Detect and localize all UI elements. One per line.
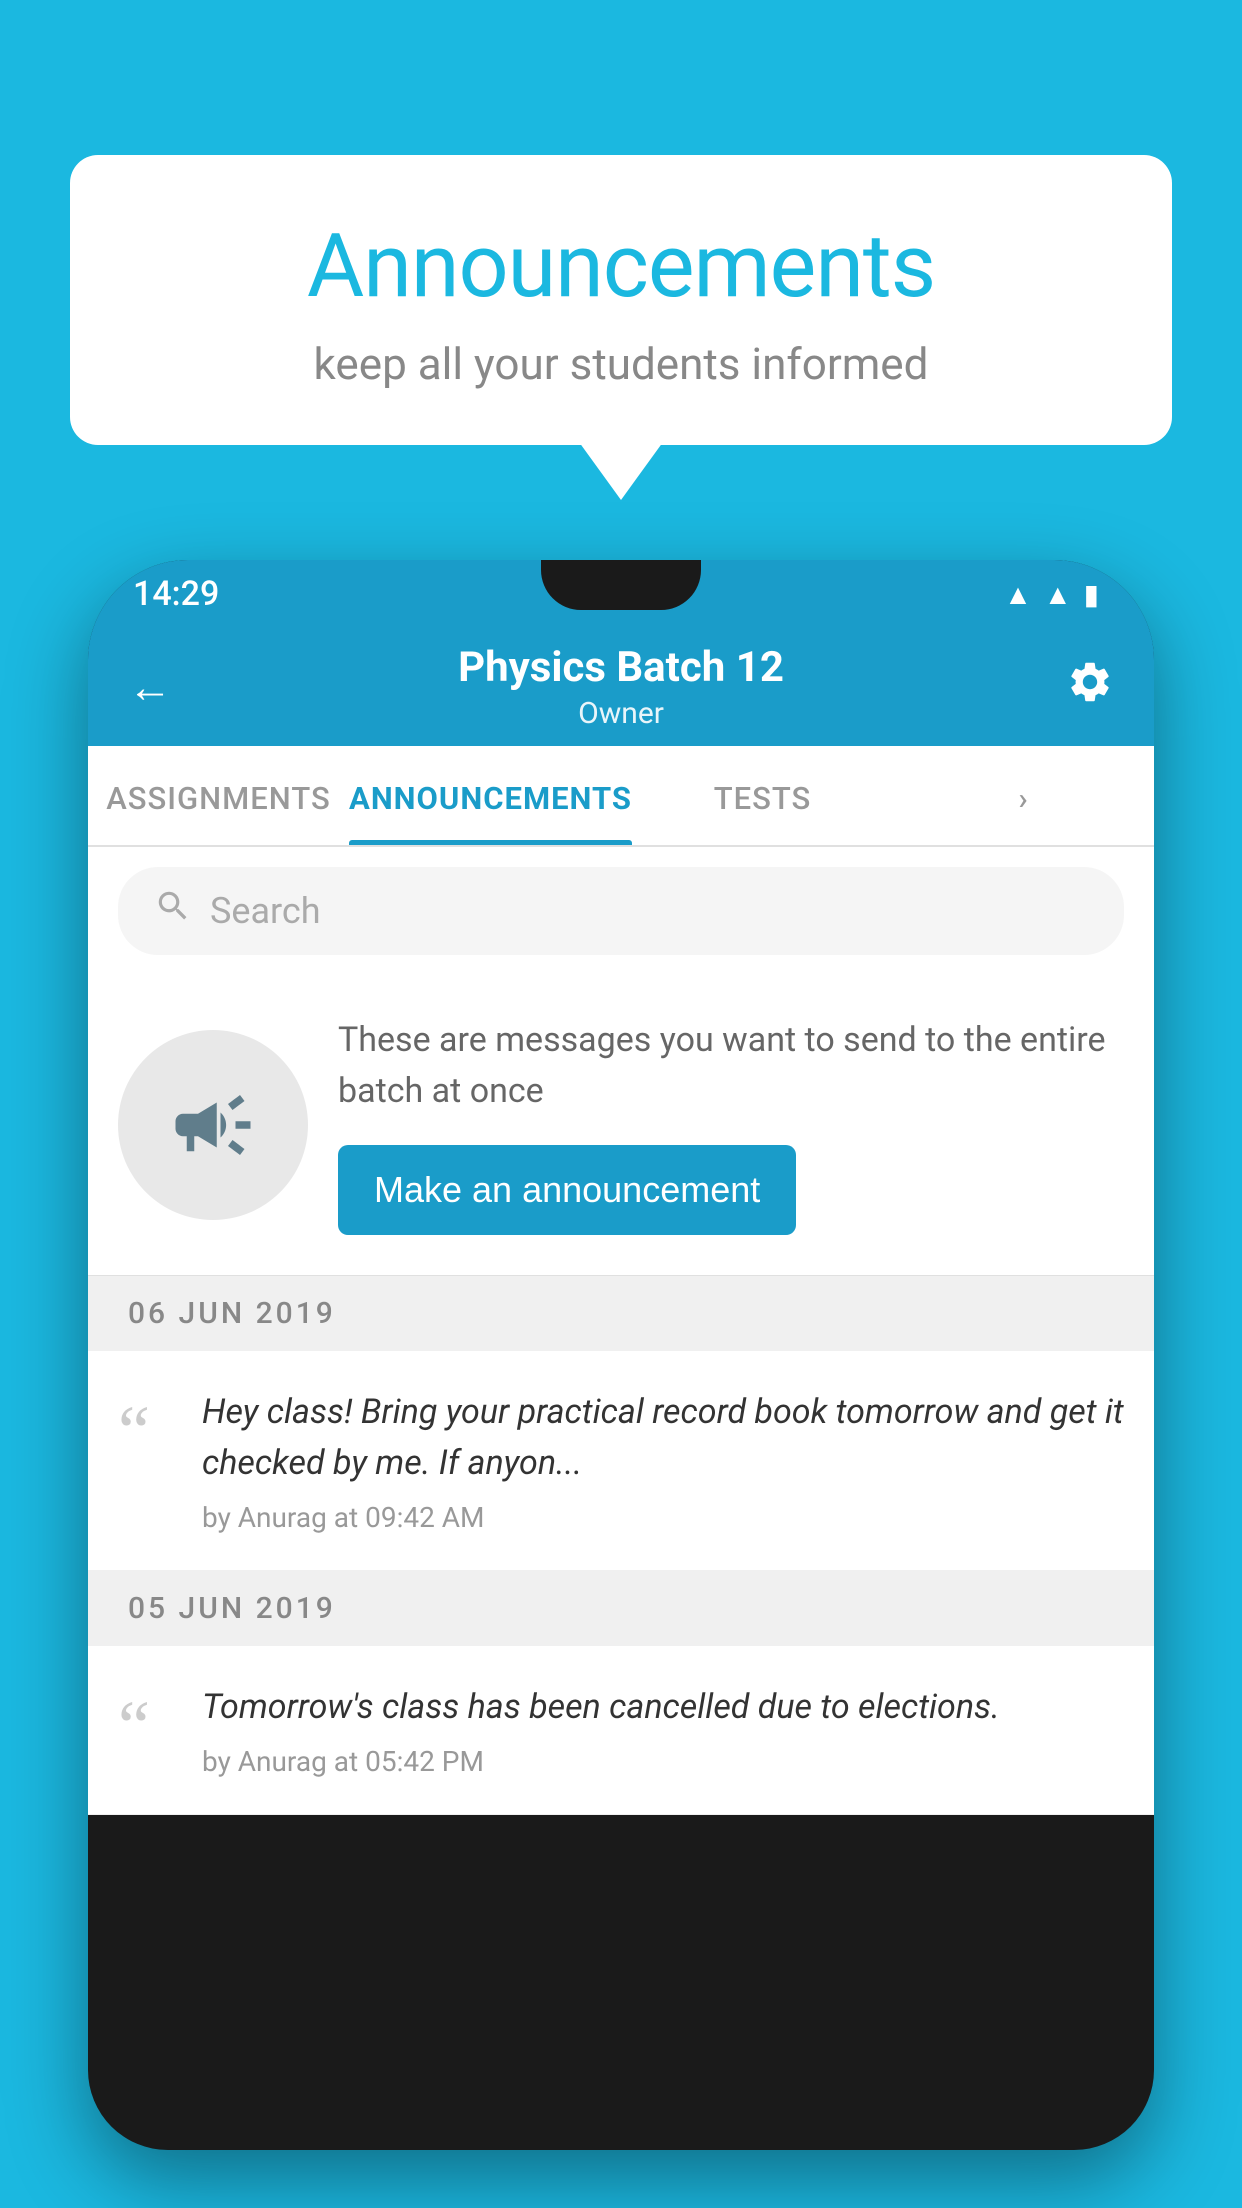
wifi-icon: ▲ xyxy=(1004,578,1032,611)
battery-icon: ▮ xyxy=(1084,578,1099,611)
promo-icon-circle xyxy=(118,1030,308,1220)
date-section-1: 06 JUN 2019 xyxy=(88,1276,1154,1351)
speech-bubble-title: Announcements xyxy=(150,215,1092,318)
announcement-message-1: Hey class! Bring your practical record b… xyxy=(202,1387,1124,1489)
tab-assignments[interactable]: ASSIGNMENTS xyxy=(88,746,349,845)
signal-icon: ▲ xyxy=(1044,578,1072,611)
speech-bubble-subtitle: keep all your students informed xyxy=(150,338,1092,390)
phone-container: 14:29 ▲ ▲ ▮ ← Physics Batch 12 Owner ASS… xyxy=(88,560,1154,2208)
quote-icon-2: “ xyxy=(118,1690,178,1762)
make-announcement-button[interactable]: Make an announcement xyxy=(338,1145,796,1235)
app-bar: ← Physics Batch 12 Owner xyxy=(88,628,1154,746)
search-bar[interactable]: Search xyxy=(118,867,1124,955)
announcement-meta-2: by Anurag at 05:42 PM xyxy=(202,1745,1124,1778)
announcement-message-2: Tomorrow's class has been cancelled due … xyxy=(202,1682,1124,1733)
search-icon xyxy=(154,887,192,935)
search-container: Search xyxy=(88,847,1154,975)
app-bar-title: Physics Batch 12 xyxy=(198,643,1044,692)
tab-tests[interactable]: TESTS xyxy=(632,746,893,845)
announcement-promo: These are messages you want to send to t… xyxy=(88,975,1154,1276)
promo-content: These are messages you want to send to t… xyxy=(338,1015,1124,1235)
announcement-item-1: “ Hey class! Bring your practical record… xyxy=(88,1351,1154,1571)
tabs-container: ASSIGNMENTS ANNOUNCEMENTS TESTS › xyxy=(88,746,1154,847)
status-time: 14:29 xyxy=(133,574,219,614)
announcement-text-1: Hey class! Bring your practical record b… xyxy=(202,1387,1124,1534)
notch xyxy=(541,560,701,610)
back-arrow-button[interactable]: ← xyxy=(128,661,198,713)
phone-content: Search These are messages you want to se… xyxy=(88,847,1154,1815)
tab-announcements[interactable]: ANNOUNCEMENTS xyxy=(349,746,632,845)
tab-more[interactable]: › xyxy=(893,746,1154,845)
settings-button[interactable] xyxy=(1044,658,1114,717)
speech-bubble: Announcements keep all your students inf… xyxy=(70,155,1172,445)
search-placeholder: Search xyxy=(210,890,321,932)
quote-icon-1: “ xyxy=(118,1395,178,1467)
phone-frame: 14:29 ▲ ▲ ▮ ← Physics Batch 12 Owner ASS… xyxy=(88,560,1154,2150)
promo-description: These are messages you want to send to t… xyxy=(338,1015,1124,1117)
date-section-2: 05 JUN 2019 xyxy=(88,1571,1154,1646)
announcement-meta-1: by Anurag at 09:42 AM xyxy=(202,1501,1124,1534)
app-bar-title-area: Physics Batch 12 Owner xyxy=(198,643,1044,731)
announcement-item-2: “ Tomorrow's class has been cancelled du… xyxy=(88,1646,1154,1815)
speech-bubble-container: Announcements keep all your students inf… xyxy=(70,155,1172,445)
app-bar-subtitle: Owner xyxy=(198,696,1044,731)
status-icons: ▲ ▲ ▮ xyxy=(1004,578,1099,611)
announcement-text-2: Tomorrow's class has been cancelled due … xyxy=(202,1682,1124,1778)
status-bar: 14:29 ▲ ▲ ▮ xyxy=(88,560,1154,628)
